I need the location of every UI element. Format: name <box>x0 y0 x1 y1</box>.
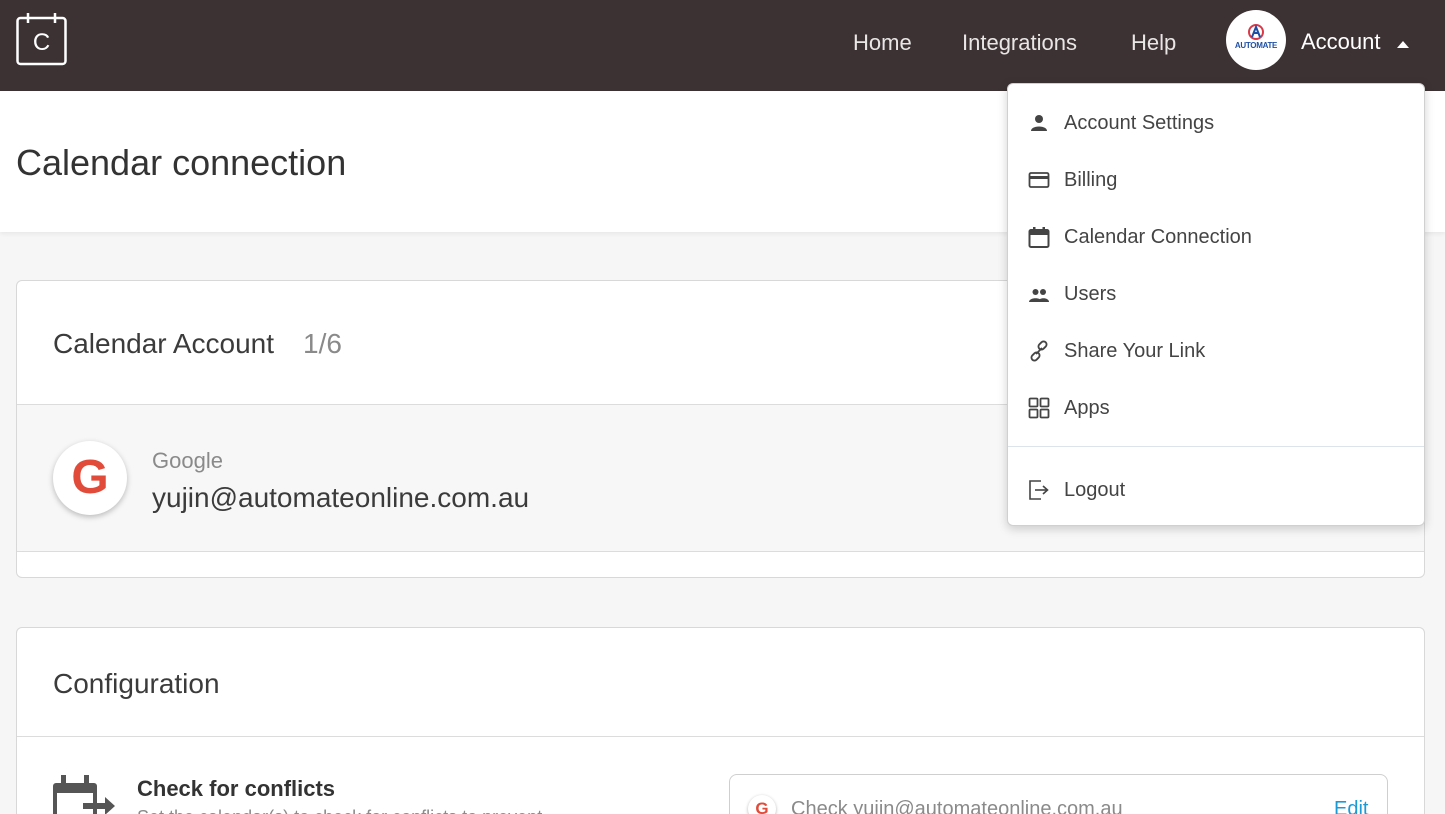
menu-item-account-settings[interactable]: Account Settings <box>1008 99 1424 147</box>
menu-item-label: Users <box>1064 283 1117 305</box>
menu-item-logout[interactable]: Logout <box>1008 466 1424 514</box>
avatar[interactable]: AUTOMATE <box>1226 10 1286 70</box>
divider <box>17 736 1424 737</box>
conflict-calendar-box: G Check yujin@automateonline.com.au Edit <box>729 774 1388 814</box>
calendar-logo-icon[interactable]: C <box>16 12 67 66</box>
menu-item-share-your-link[interactable]: Share Your Link <box>1008 327 1424 375</box>
nav-integrations-link[interactable]: Integrations <box>962 30 1077 56</box>
conflict-calendar-text: Check yujin@automateonline.com.au <box>791 798 1123 814</box>
account-dropdown-menu: Account Settings Billing Calendar Connec… <box>1007 83 1425 526</box>
logout-label: Logout <box>1064 479 1126 501</box>
menu-item-apps[interactable]: Apps <box>1008 384 1424 432</box>
menu-divider <box>1008 446 1424 447</box>
calendar-arrow-icon <box>53 775 115 814</box>
menu-item-billing[interactable]: Billing <box>1008 156 1424 204</box>
credit-card-icon <box>1028 172 1050 188</box>
person-icon <box>1031 115 1047 131</box>
edit-conflicts-link[interactable]: Edit <box>1334 797 1368 814</box>
menu-item-label: Calendar Connection <box>1064 226 1252 248</box>
configuration-card: Configuration Check for conflicts Set th… <box>16 627 1425 814</box>
grid-icon <box>1028 397 1050 419</box>
menu-item-label: Share Your Link <box>1064 340 1206 362</box>
account-provider: Google <box>152 448 223 473</box>
logo-letter: C <box>33 29 50 56</box>
google-g-icon: G <box>748 795 776 814</box>
avatar-brand-text: AUTOMATE <box>1234 41 1278 50</box>
google-g-icon: G <box>53 441 127 515</box>
calendar-icon <box>1028 227 1050 248</box>
check-conflicts-title: Check for conflicts <box>137 776 336 801</box>
nav-help-link[interactable]: Help <box>1131 30 1176 56</box>
configuration-title: Configuration <box>53 668 220 699</box>
link-icon <box>1030 340 1048 362</box>
top-navigation-bar: C Home Integrations Help AUTOMATE Accoun… <box>0 0 1445 91</box>
caret-up-icon[interactable] <box>1397 41 1409 48</box>
check-conflicts-subtitle: Set the calendar(s) to check for conflic… <box>137 806 542 814</box>
menu-item-label: Account Settings <box>1064 112 1215 134</box>
menu-item-users[interactable]: Users <box>1008 270 1424 318</box>
nav-home-link[interactable]: Home <box>853 30 912 56</box>
logout-icon <box>1029 480 1049 500</box>
menu-item-label: Apps <box>1064 397 1110 419</box>
automate-logo-icon <box>1248 24 1264 40</box>
menu-item-label: Billing <box>1064 169 1118 191</box>
calendar-account-title: Calendar Account <box>53 328 275 359</box>
menu-item-calendar-connection[interactable]: Calendar Connection <box>1008 213 1424 261</box>
account-menu-toggle[interactable]: Account <box>1301 29 1381 55</box>
people-icon <box>1029 289 1049 302</box>
page-title: Calendar connection <box>16 142 347 183</box>
account-email: yujin@automateonline.com.au <box>152 482 530 513</box>
calendar-account-count: 1/6 <box>303 328 342 359</box>
